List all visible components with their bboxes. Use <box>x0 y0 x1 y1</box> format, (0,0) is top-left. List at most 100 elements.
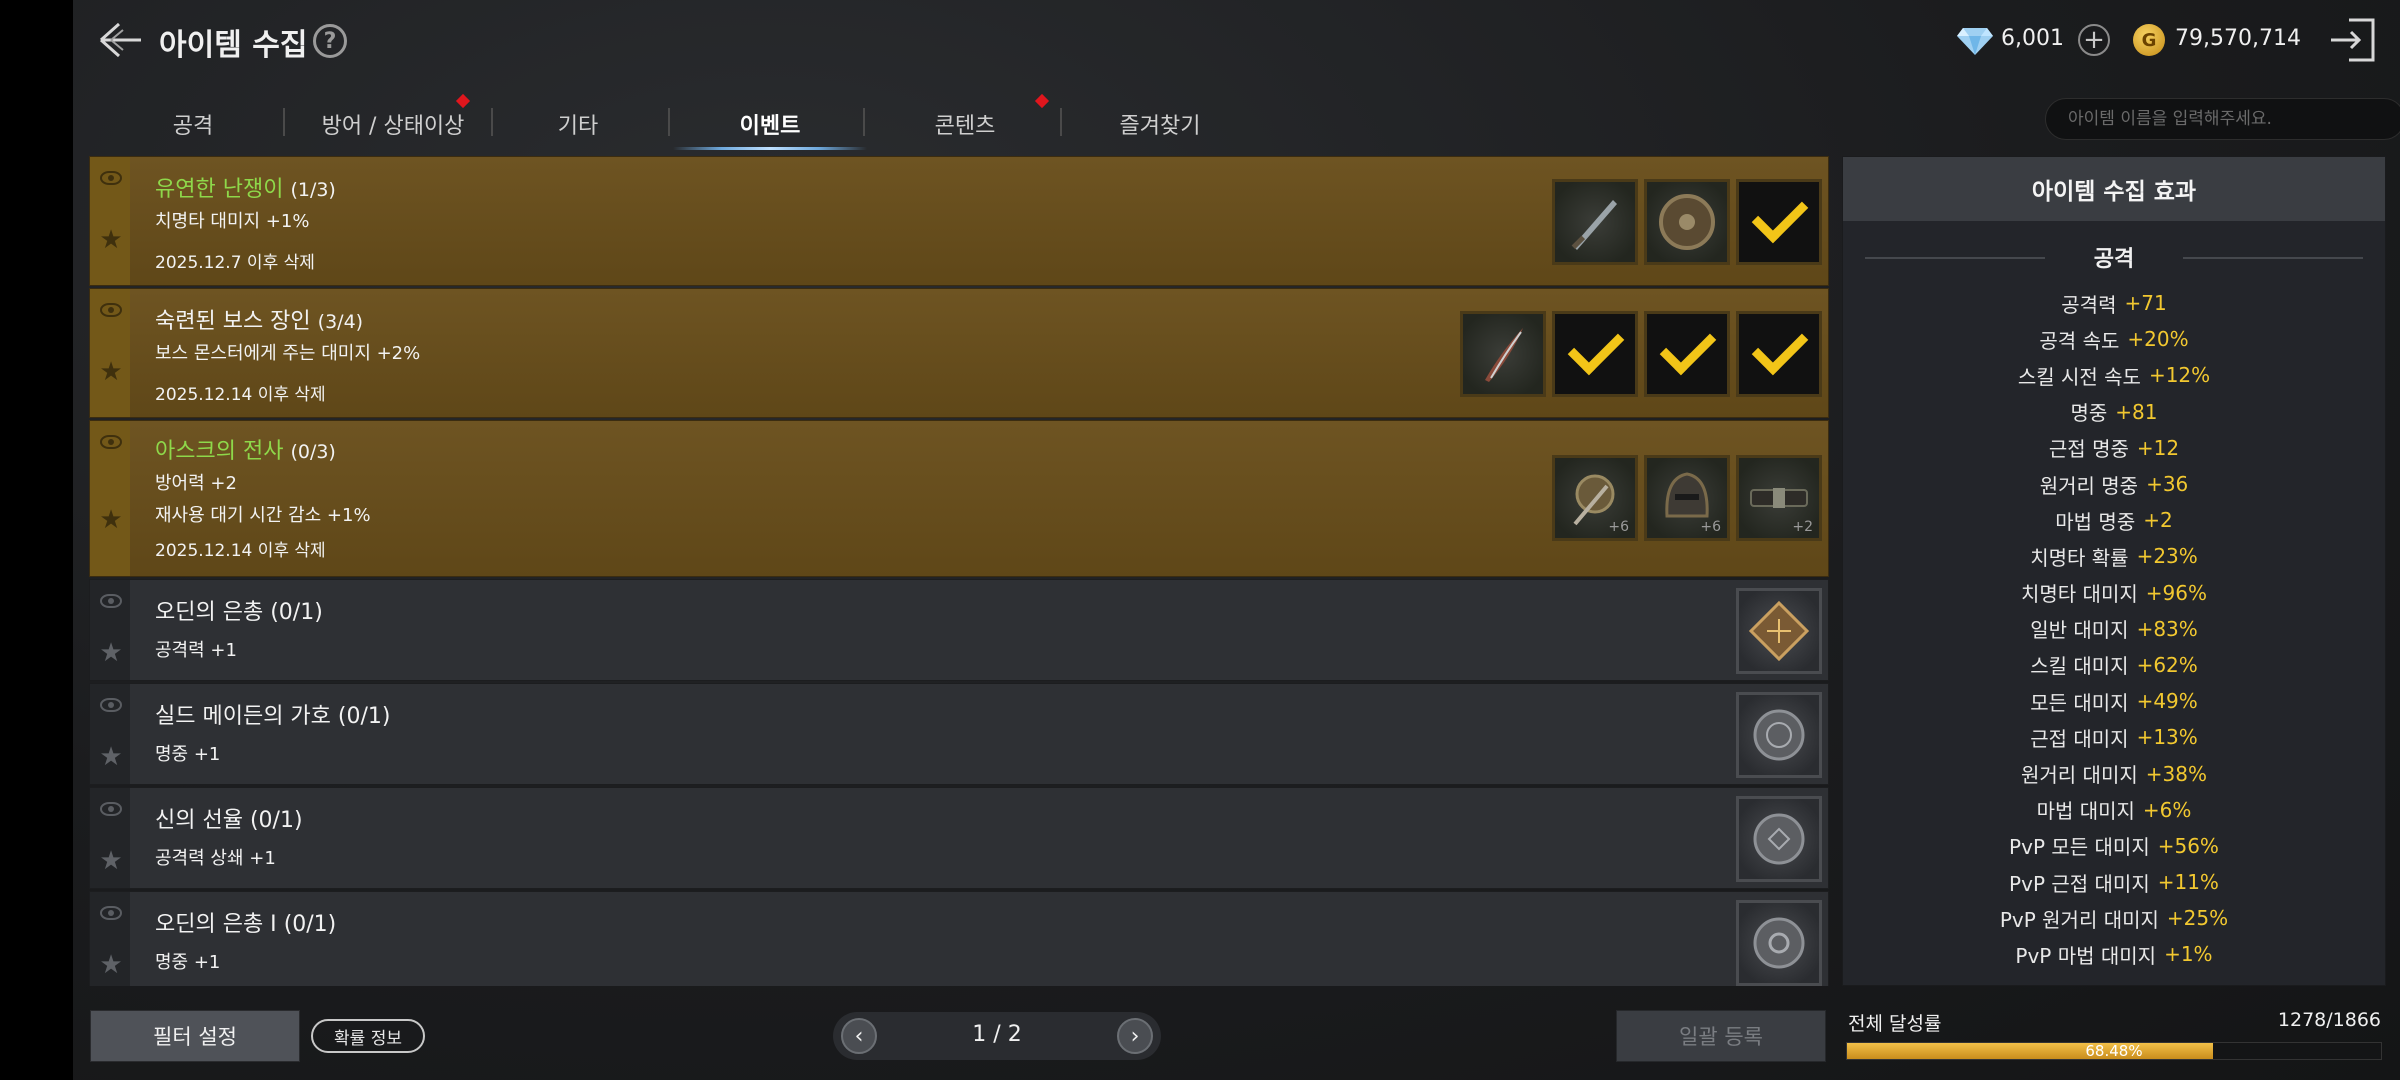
effect-stat: PvP 근접 대미지 +11% <box>1843 864 2385 900</box>
eye-icon[interactable] <box>100 906 122 920</box>
tab-content[interactable]: 콘텐츠 <box>868 96 1062 152</box>
effect-stat: 근접 대미지 +13% <box>1843 719 2385 755</box>
item-slot-registered[interactable] <box>1552 311 1638 397</box>
collection-row[interactable]: ★ 아스크의 전사 (0/3) 방어력 +2 재사용 대기 시간 감소 +1% … <box>89 420 1829 577</box>
item-slot-registered[interactable] <box>1644 311 1730 397</box>
stat-name: 모든 대미지 <box>2030 690 2129 715</box>
tab-etc[interactable]: 기타 <box>498 96 658 152</box>
stat-value: +6% <box>2142 797 2192 822</box>
collection-row[interactable]: ★ 실드 메이든의 가호 (0/1) 명중 +1 <box>89 683 1829 785</box>
item-slot-coin[interactable] <box>1736 796 1822 882</box>
title-text: 숙련된 보스 장인 <box>155 309 311 334</box>
expiry-date: 2025.12.7 이후 삭제 <box>155 253 315 273</box>
pagination: ‹ 1 / 2 › <box>833 1012 1161 1060</box>
filter-settings-button[interactable]: 필터 설정 <box>90 1010 300 1062</box>
stat-value: +25% <box>2166 906 2229 931</box>
stat-name: 명중 <box>2070 401 2108 426</box>
probability-info-button[interactable]: 확률 정보 <box>311 1019 425 1053</box>
effect-stat: 치명타 대미지 +96% <box>1843 575 2385 611</box>
stat-value: +13% <box>2136 725 2198 750</box>
collection-row[interactable]: ★ 오딘의 은총 (0/1) 공격력 +1 <box>89 579 1829 681</box>
item-slot-axe[interactable]: +6 <box>1552 455 1638 541</box>
stat-name: 마법 대미지 <box>2036 799 2135 824</box>
eye-icon[interactable] <box>100 698 122 712</box>
collection-progress: (0/1) <box>283 912 337 937</box>
stat-value: +11% <box>2157 870 2219 895</box>
item-slot-registered[interactable] <box>1736 311 1822 397</box>
exit-button[interactable] <box>2327 16 2379 64</box>
collection-effect: 명중 +1 <box>155 744 221 765</box>
dagger-icon <box>1571 200 1617 250</box>
collection-title: 오딘의 은총 (0/1) <box>155 594 323 626</box>
collection-row[interactable]: ★ 오딘의 은총 I (0/1) 명중 +1 <box>89 891 1829 986</box>
stat-name: PvP 근접 대미지 <box>2009 871 2150 896</box>
favorite-star-icon[interactable]: ★ <box>98 640 124 666</box>
eye-icon[interactable] <box>100 435 122 449</box>
item-slot-belt[interactable]: +2 <box>1736 455 1822 541</box>
tab-divider <box>668 108 670 136</box>
stat-value: +83% <box>2136 616 2198 641</box>
collection-list: ★ 유연한 난쟁이 (1/3) 치명타 대미지 +1% 2025.12.7 이후… <box>89 156 1829 986</box>
eye-icon[interactable] <box>100 594 122 608</box>
exit-icon <box>2331 18 2375 62</box>
tab-attack[interactable]: 공격 <box>123 96 263 152</box>
eye-icon[interactable] <box>100 171 122 185</box>
collection-row[interactable]: ★ 숙련된 보스 장인 (3/4) 보스 몬스터에게 주는 대미지 +2% 20… <box>89 288 1829 418</box>
next-page-button[interactable]: › <box>1117 1018 1153 1054</box>
item-slot-dagger[interactable] <box>1552 179 1638 265</box>
favorite-star-icon[interactable]: ★ <box>98 507 124 533</box>
title-text: 아스크의 전사 <box>155 439 284 464</box>
item-slot-rune[interactable] <box>1736 588 1822 674</box>
silver-coin-icon <box>1753 813 1805 865</box>
stat-name: 근접 명중 <box>2048 437 2129 462</box>
item-slot-coin[interactable] <box>1736 900 1822 986</box>
eye-icon[interactable] <box>100 802 122 816</box>
stat-value: +20% <box>2127 327 2189 352</box>
bulk-register-button[interactable]: 일괄 등록 <box>1616 1010 1826 1062</box>
stat-value: +2 <box>2143 508 2173 533</box>
stat-value: +12 <box>2136 435 2180 460</box>
favorite-star-icon[interactable]: ★ <box>98 359 124 385</box>
item-slot-registered[interactable] <box>1736 179 1822 265</box>
tab-divider <box>283 108 285 136</box>
collection-row[interactable]: ★ 신의 선율 (0/1) 공격력 상쇄 +1 <box>89 787 1829 889</box>
favorite-star-icon[interactable]: ★ <box>98 744 124 770</box>
effect-stat: 명중 +81 <box>1843 394 2385 430</box>
help-icon[interactable]: ? <box>313 24 347 58</box>
stat-value: +71 <box>2124 291 2167 316</box>
tab-divider <box>863 108 865 136</box>
stat-name: 원거리 명중 <box>2039 473 2139 498</box>
tab-favorites[interactable]: 즐겨찾기 <box>1063 96 1257 152</box>
gold-amount: 79,570,714 <box>2175 26 2301 51</box>
back-button[interactable] <box>95 14 147 66</box>
stat-value: +38% <box>2145 761 2207 786</box>
effect-stat: 스킬 대미지 +62% <box>1843 647 2385 683</box>
collection-title: 신의 선율 (0/1) <box>155 802 303 834</box>
collection-progress: (0/1) <box>249 808 303 833</box>
item-slot-coin[interactable] <box>1736 692 1822 778</box>
favorite-star-icon[interactable]: ★ <box>98 227 124 253</box>
collection-row[interactable]: ★ 유연한 난쟁이 (1/3) 치명타 대미지 +1% 2025.12.7 이후… <box>89 156 1829 286</box>
stat-name: PvP 마법 대미지 <box>2015 943 2157 968</box>
effect-stat: 원거리 명중 +36 <box>1843 466 2385 502</box>
item-slot-blade[interactable] <box>1460 311 1546 397</box>
stat-name: PvP 모든 대미지 <box>2009 835 2150 860</box>
item-slot-shield[interactable] <box>1644 179 1730 265</box>
effect-stat: 근접 명중 +12 <box>1843 430 2385 466</box>
stat-name: PvP 원거리 대미지 <box>1999 907 2159 932</box>
enhance-level: +6 <box>1700 519 1721 535</box>
collection-title: 오딘의 은총 I (0/1) <box>155 906 336 938</box>
tab-event[interactable]: 이벤트 <box>673 96 867 152</box>
collection-effect: 공격력 +1 <box>155 640 237 661</box>
collection-progress: (1/3) <box>290 179 336 201</box>
add-diamond-button[interactable]: + <box>2078 24 2110 56</box>
stat-value: +36 <box>2146 472 2189 497</box>
favorite-star-icon[interactable]: ★ <box>98 848 124 874</box>
effect-stat: 일반 대미지 +83% <box>1843 611 2385 647</box>
collection-effects-panel: 아이템 수집 효과 공격 공격력 +71 공격 속도 +20% 스킬 시전 속도 +1… <box>1842 156 2386 986</box>
favorite-star-icon[interactable]: ★ <box>98 952 124 978</box>
item-search-input[interactable] <box>2045 98 2400 140</box>
eye-icon[interactable] <box>100 303 122 317</box>
item-slot-helmet[interactable]: +6 <box>1644 455 1730 541</box>
check-icon <box>1751 318 1809 376</box>
